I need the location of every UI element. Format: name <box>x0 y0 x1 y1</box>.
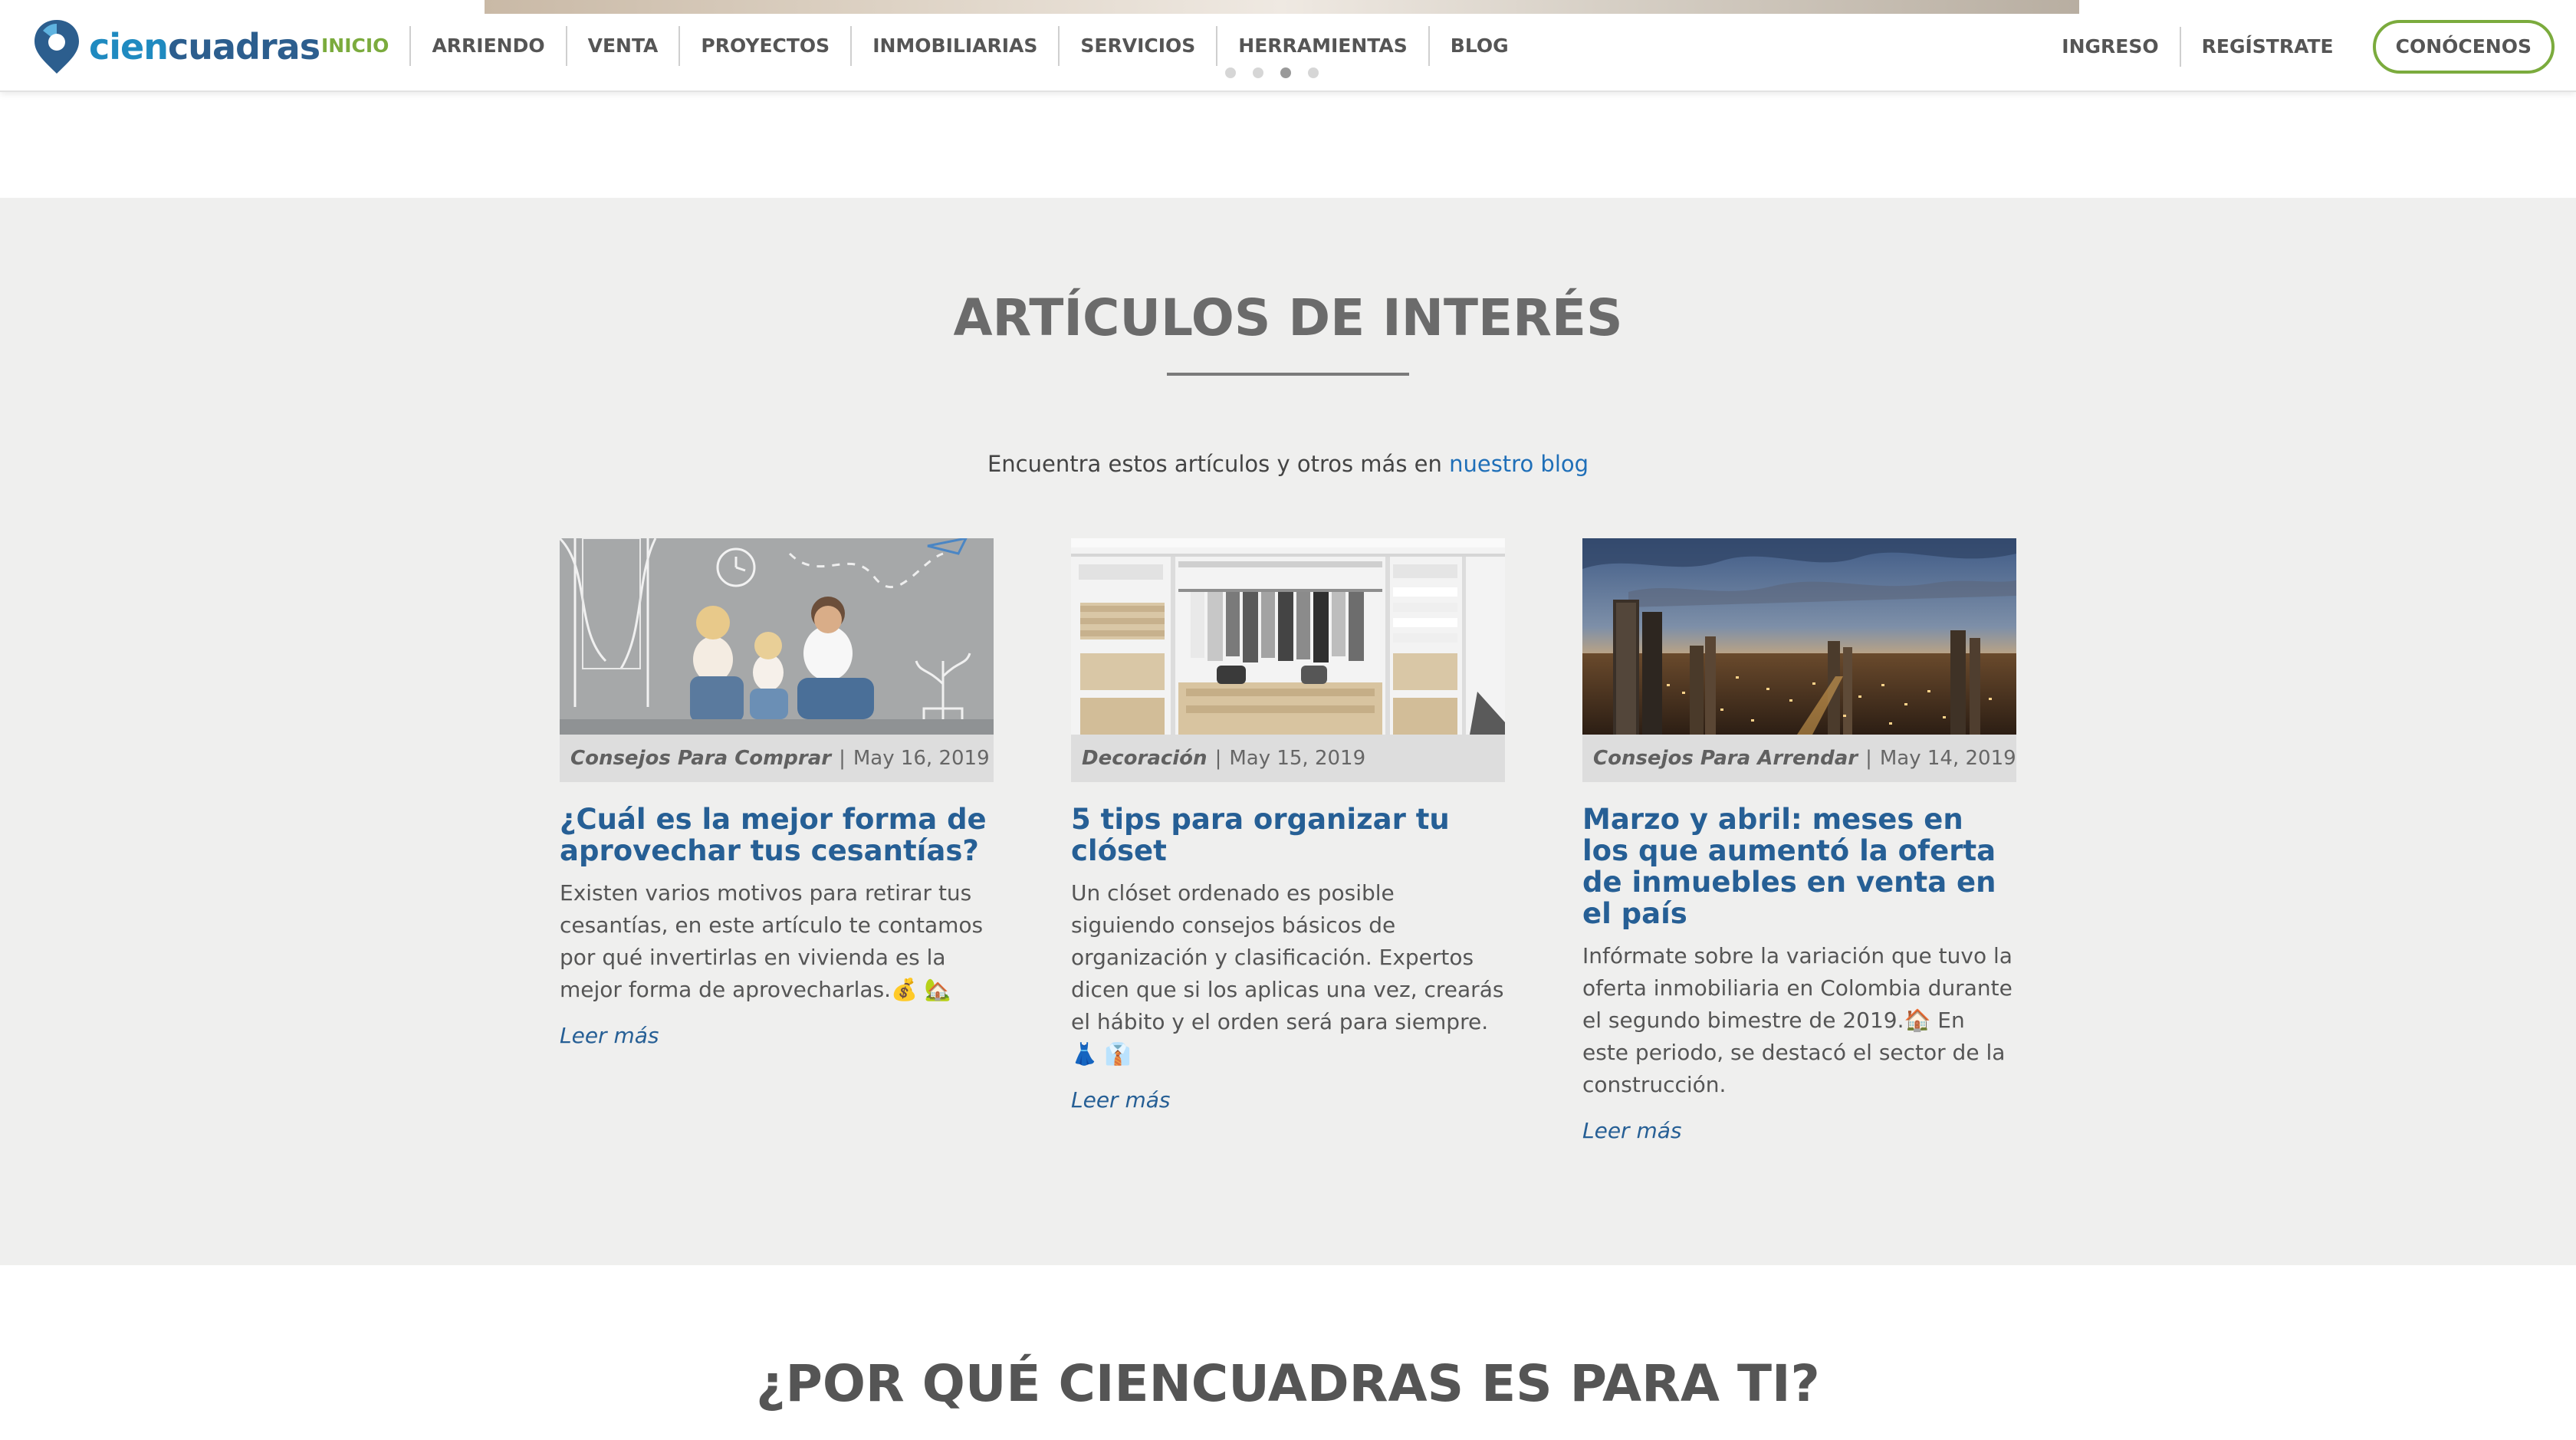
article-card: Decoración | May 15, 2019 5 tips para orga… <box>1071 538 1505 1113</box>
nav-inmobiliarias[interactable]: INMOBILIARIAS <box>852 26 1060 66</box>
read-more-link[interactable]: Leer más <box>1582 1118 1682 1143</box>
nav-proyectos[interactable]: PROYECTOS <box>680 26 853 66</box>
carousel-dot[interactable] <box>1225 67 1236 78</box>
article-date: May 14, 2019 <box>1879 747 2016 770</box>
article-meta: Consejos Para Arrendar | May 14, 2019 <box>1582 735 2016 782</box>
carousel-dot[interactable] <box>1253 67 1263 78</box>
family-photo-image <box>560 538 994 735</box>
article-title[interactable]: ¿Cuál es la mejor forma de aprovechar tu… <box>560 804 994 866</box>
login-link[interactable]: INGRESO <box>2041 27 2181 67</box>
carousel-dot[interactable] <box>1308 67 1319 78</box>
article-date: May 16, 2019 <box>853 747 990 770</box>
logo-pin-icon <box>34 20 79 74</box>
article-image-closet[interactable] <box>1071 538 1505 735</box>
section-intro: Encuentra estos artículos y otros más en… <box>987 451 1589 477</box>
main-nav: INICIO ARRIENDO VENTA PROYECTOS INMOBILI… <box>301 26 1530 66</box>
article-card: Consejos Para Comprar | May 16, 2019 ¿Cuál… <box>560 538 994 1048</box>
article-title[interactable]: Marzo y abril: meses en los que aumentó … <box>1582 804 2016 929</box>
register-link[interactable]: REGÍSTRATE <box>2181 27 2354 67</box>
nav-servicios[interactable]: SERVICIOS <box>1060 26 1218 66</box>
article-image-family[interactable] <box>560 538 994 735</box>
articles-section: ARTÍCULOS DE INTERÉS Encuentra estos art… <box>0 198 2576 1265</box>
article-category[interactable]: Consejos Para Arrendar <box>1593 747 1858 770</box>
about-us-button[interactable]: CONÓCENOS <box>2372 20 2555 74</box>
carousel-indicators <box>1225 67 1319 78</box>
hero-image-strip <box>485 0 2079 14</box>
top-navigation-bar: ciencuadras INICIO ARRIENDO VENTA PROYEC… <box>0 0 2576 92</box>
article-date: May 15, 2019 <box>1229 747 1366 770</box>
section-title: ARTÍCULOS DE INTERÉS <box>953 288 1623 347</box>
article-excerpt: Un clóset ordenado es posible siguiendo … <box>1071 880 1504 1067</box>
article-meta: Consejos Para Comprar | May 16, 2019 <box>560 735 994 782</box>
nav-inicio[interactable]: INICIO <box>301 26 412 66</box>
nav-herramientas[interactable]: HERRAMIENTAS <box>1217 26 1430 66</box>
article-meta: Decoración | May 15, 2019 <box>1071 735 1505 782</box>
article-excerpt: Existen varios motivos para retirar tus … <box>560 880 984 1002</box>
account-nav: INGRESO REGÍSTRATE CONÓCENOS <box>2041 20 2555 74</box>
article-category[interactable]: Consejos Para Comprar <box>570 747 831 770</box>
nav-blog[interactable]: BLOG <box>1430 26 1530 66</box>
why-section-title: ¿POR QUÉ CIENCUADRAS ES PARA TI? <box>756 1354 1820 1413</box>
carousel-dot-active[interactable] <box>1280 67 1291 78</box>
title-underline <box>1167 373 1409 376</box>
article-image-city[interactable] <box>1582 538 2016 735</box>
ciencuadras-logo[interactable]: ciencuadras <box>32 18 320 75</box>
article-category[interactable]: Decoración <box>1082 747 1208 770</box>
read-more-link[interactable]: Leer más <box>560 1023 659 1048</box>
read-more-link[interactable]: Leer más <box>1071 1087 1171 1113</box>
closet-photo-image <box>1071 538 1505 735</box>
nav-arriendo[interactable]: ARRIENDO <box>411 26 567 66</box>
nav-venta[interactable]: VENTA <box>567 26 681 66</box>
article-title[interactable]: 5 tips para organizar tu clóset <box>1071 804 1505 866</box>
blog-link[interactable]: nuestro blog <box>1449 451 1589 477</box>
city-skyline-photo-image <box>1582 538 2016 735</box>
article-card: Consejos Para Arrendar | May 14, 2019 Marz… <box>1582 538 2016 1143</box>
article-excerpt: Infórmate sobre la variación que tuvo la… <box>1582 943 2013 1097</box>
logo-wordmark: ciencuadras <box>89 26 320 67</box>
